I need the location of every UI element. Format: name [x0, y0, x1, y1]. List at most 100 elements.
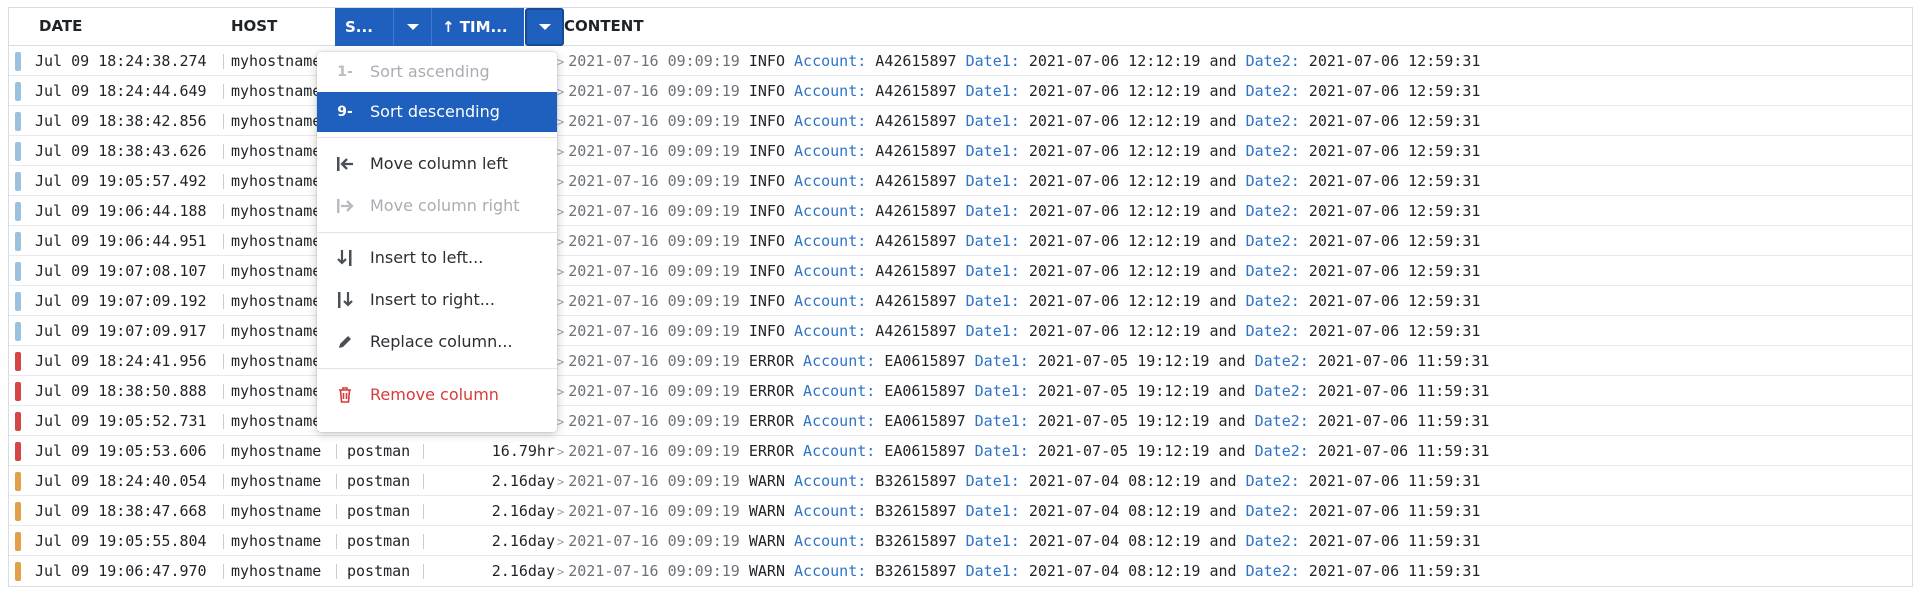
table-row[interactable]: Jul 09 18:24:41.956myhostnamepostman16.7… — [9, 346, 1912, 376]
menu-item-move-left[interactable]: Move column left — [317, 144, 557, 184]
column-header-content[interactable]: CONTENT — [564, 8, 644, 45]
service-column-menu-button[interactable] — [393, 8, 431, 46]
content-value-date1: 2021-07-06 12:12:19 — [1028, 52, 1201, 70]
column-divider — [223, 84, 224, 99]
content-and: and — [1209, 172, 1237, 190]
table-row[interactable]: Jul 09 19:06:47.970 myhostname postman 2.16… — [9, 556, 1912, 586]
table-row[interactable]: Jul 09 19:05:53.606 myhostname postman 16.7… — [9, 436, 1912, 466]
cell-date: Jul 09 18:38:43.626 — [35, 142, 207, 160]
table-row[interactable]: Jul 09 18:24:38.274myhostnamepostman47.8… — [9, 46, 1912, 76]
content-value-date2: 2021-07-06 11:59:31 — [1308, 502, 1481, 520]
column-divider — [423, 564, 424, 579]
table-row[interactable]: Jul 09 19:07:09.917myhostnamepostman47.8… — [9, 316, 1912, 346]
content-level: INFO — [748, 322, 785, 340]
content-key-date1: Date1: — [965, 52, 1020, 70]
content-key-date2: Date2: — [1254, 412, 1309, 430]
move-right-icon — [334, 186, 356, 230]
menu-item-sort-descending[interactable]: 9-1 Sort descending — [317, 92, 557, 160]
expand-chevron-icon[interactable]: > — [557, 145, 564, 159]
cell-content: >2021-07-16 09:09:19 WARN Account: B3261… — [557, 556, 1907, 586]
expand-chevron-icon[interactable]: > — [557, 115, 564, 129]
expand-chevron-icon[interactable]: > — [557, 505, 564, 519]
expand-chevron-icon[interactable]: > — [557, 205, 564, 219]
content-value-date1: 2021-07-06 12:12:19 — [1028, 172, 1201, 190]
expand-chevron-icon[interactable]: > — [557, 415, 564, 429]
menu-item-remove-column[interactable]: Remove column — [317, 375, 557, 415]
expand-chevron-icon[interactable]: > — [557, 265, 564, 279]
content-and: and — [1209, 502, 1237, 520]
cell-date: Jul 09 19:06:47.970 — [35, 562, 207, 580]
expand-chevron-icon[interactable]: > — [557, 445, 564, 459]
menu-item-label: Insert to right... — [370, 290, 495, 309]
column-divider — [336, 564, 337, 579]
menu-item-insert-left[interactable]: Insert to left... — [317, 238, 557, 278]
column-header-time[interactable]: ↑ TIM... — [431, 8, 524, 46]
expand-chevron-icon[interactable]: > — [557, 295, 564, 309]
content-and: and — [1209, 142, 1237, 160]
content-key-date2: Date2: — [1254, 352, 1309, 370]
table-row[interactable]: Jul 09 19:06:44.188myhostnamepostman47.8… — [9, 196, 1912, 226]
column-divider — [423, 444, 424, 459]
column-divider — [223, 504, 224, 519]
expand-chevron-icon[interactable]: > — [557, 325, 564, 339]
content-key-date1: Date1: — [965, 262, 1020, 280]
content-timestamp: 2021-07-16 09:09:19 — [568, 382, 740, 400]
menu-divider — [317, 137, 557, 138]
content-key-date2: Date2: — [1245, 112, 1300, 130]
column-header-date[interactable]: DATE — [39, 8, 82, 45]
table-row[interactable]: Jul 09 18:38:43.626myhostnamepostman47.8… — [9, 136, 1912, 166]
time-column-menu-button[interactable] — [525, 8, 564, 46]
table-row[interactable]: Jul 09 18:38:47.668 myhostname postman 2.16… — [9, 496, 1912, 526]
expand-chevron-icon[interactable]: > — [557, 535, 564, 549]
cell-service: postman — [347, 532, 411, 550]
menu-item-move-right[interactable]: Move column right — [317, 186, 557, 226]
content-value-date1: 2021-07-04 08:12:19 — [1028, 562, 1201, 580]
menu-item-sort-ascending[interactable]: 1-9 Sort ascending — [317, 52, 557, 120]
expand-chevron-icon[interactable]: > — [557, 55, 564, 69]
column-header-host[interactable]: HOST — [231, 8, 277, 45]
table-row[interactable]: Jul 09 18:38:50.888myhostnamepostman16.7… — [9, 376, 1912, 406]
content-value-account: A42615897 — [875, 142, 957, 160]
content-value-date1: 2021-07-04 08:12:19 — [1028, 502, 1201, 520]
expand-chevron-icon[interactable]: > — [557, 175, 564, 189]
expand-chevron-icon[interactable]: > — [557, 355, 564, 369]
cell-date: Jul 09 18:24:41.956 — [35, 352, 207, 370]
content-timestamp: 2021-07-16 09:09:19 — [568, 202, 740, 220]
content-timestamp: 2021-07-16 09:09:19 — [568, 502, 740, 520]
expand-chevron-icon[interactable]: > — [557, 85, 564, 99]
table-row[interactable]: Jul 09 19:06:44.951myhostnamepostman47.8… — [9, 226, 1912, 256]
cell-content: >2021-07-16 09:09:19 INFO Account: A4261… — [557, 316, 1907, 346]
cell-date: Jul 09 18:38:47.668 — [35, 502, 207, 520]
pencil-icon — [334, 322, 356, 367]
content-value-date2: 2021-07-06 12:59:31 — [1308, 82, 1481, 100]
expand-chevron-icon[interactable]: > — [557, 385, 564, 399]
status-indicator — [15, 142, 21, 161]
content-value-date2: 2021-07-06 11:59:31 — [1317, 382, 1490, 400]
table-row[interactable]: Jul 09 19:05:52.731myhostnamepostman16.7… — [9, 406, 1912, 436]
table-row[interactable]: Jul 09 18:38:42.856myhostnamepostman47.8… — [9, 106, 1912, 136]
cell-host: myhostname — [231, 442, 322, 460]
column-divider — [336, 444, 337, 459]
cell-date: Jul 09 18:38:42.856 — [35, 112, 207, 130]
column-divider — [223, 414, 224, 429]
content-key-date1: Date1: — [974, 412, 1029, 430]
expand-chevron-icon[interactable]: > — [557, 475, 564, 489]
expand-chevron-icon[interactable]: > — [557, 235, 564, 249]
content-and: and — [1209, 472, 1237, 490]
content-and: and — [1218, 442, 1246, 460]
cell-content: >2021-07-16 09:09:19 ERROR Account: EA06… — [557, 436, 1907, 466]
column-header-service[interactable]: S... — [335, 8, 393, 46]
table-row[interactable]: Jul 09 19:07:08.107myhostnamepostman47.8… — [9, 256, 1912, 286]
table-row[interactable]: Jul 09 19:05:55.804 myhostname postman 2.16… — [9, 526, 1912, 556]
column-divider — [223, 204, 224, 219]
content-level: WARN — [748, 562, 785, 580]
menu-item-insert-right[interactable]: Insert to right... — [317, 280, 557, 320]
table-row[interactable]: Jul 09 18:24:44.649myhostnamepostman47.8… — [9, 76, 1912, 106]
content-and: and — [1218, 412, 1246, 430]
table-row[interactable]: Jul 09 19:07:09.192myhostnamepostman47.8… — [9, 286, 1912, 316]
table-row[interactable]: Jul 09 19:05:57.492myhostnamepostman47.8… — [9, 166, 1912, 196]
table-row[interactable]: Jul 09 18:24:40.054 myhostname postman 2.16… — [9, 466, 1912, 496]
expand-chevron-icon[interactable]: > — [557, 565, 564, 579]
cell-date: Jul 09 19:06:44.951 — [35, 232, 207, 250]
menu-item-replace-column[interactable]: Replace column... — [317, 322, 557, 362]
